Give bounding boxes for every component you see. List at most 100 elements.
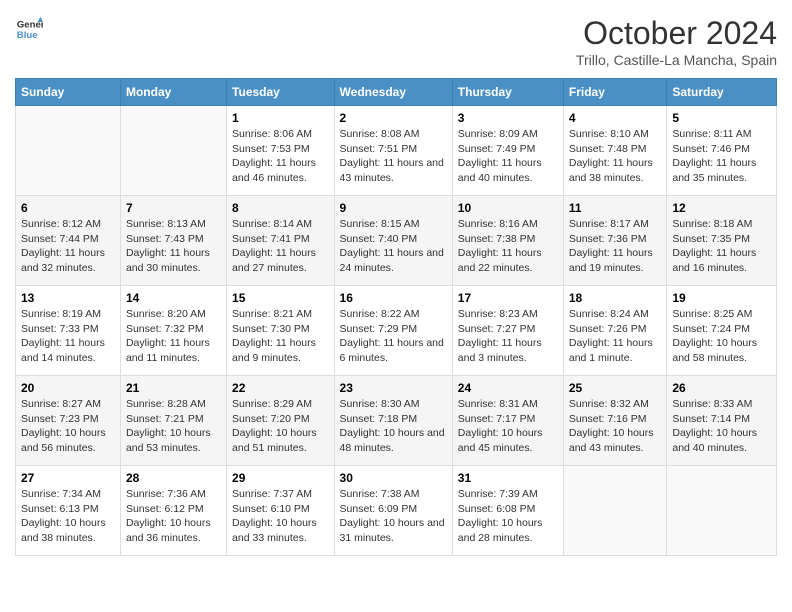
calendar-cell xyxy=(667,466,777,556)
day-info: Sunrise: 7:37 AM Sunset: 6:10 PM Dayligh… xyxy=(232,487,329,546)
calendar-cell: 29 Sunrise: 7:37 AM Sunset: 6:10 PM Dayli… xyxy=(227,466,335,556)
calendar-cell: 19Sunrise: 8:25 AM Sunset: 7:24 PM Dayli… xyxy=(667,286,777,376)
day-number: 8 xyxy=(232,201,329,215)
day-info: Sunrise: 8:30 AM Sunset: 7:18 PM Dayligh… xyxy=(340,397,447,456)
calendar-week-row: 6 Sunrise: 8:12 AM Sunset: 7:44 PM Daylig… xyxy=(16,196,777,286)
page-header: General Blue October 2024 Trillo, Castil… xyxy=(15,15,777,68)
calendar-cell xyxy=(120,106,226,196)
day-number: 2 xyxy=(340,111,447,125)
calendar-cell: 14 Sunrise: 8:20 AM Sunset: 7:32 PM Dayli… xyxy=(120,286,226,376)
day-info: Sunrise: 8:10 AM Sunset: 7:48 PM Dayligh… xyxy=(569,127,662,186)
calendar-cell: 10 Sunrise: 8:16 AM Sunset: 7:38 PM Dayli… xyxy=(452,196,563,286)
calendar-week-row: 13Sunrise: 8:19 AM Sunset: 7:33 PM Dayli… xyxy=(16,286,777,376)
calendar-cell: 7 Sunrise: 8:13 AM Sunset: 7:43 PM Daylig… xyxy=(120,196,226,286)
day-number: 11 xyxy=(569,201,662,215)
day-info: Sunrise: 8:13 AM Sunset: 7:43 PM Dayligh… xyxy=(126,217,221,276)
day-number: 21 xyxy=(126,381,221,395)
calendar-cell: 24Sunrise: 8:31 AM Sunset: 7:17 PM Dayli… xyxy=(452,376,563,466)
day-of-week-header: Tuesday xyxy=(227,79,335,106)
day-number: 1 xyxy=(232,111,329,125)
svg-text:Blue: Blue xyxy=(17,30,38,41)
day-info: Sunrise: 7:34 AM Sunset: 6:13 PM Dayligh… xyxy=(21,487,115,546)
day-of-week-header: Sunday xyxy=(16,79,121,106)
calendar-cell: 30Sunrise: 7:38 AM Sunset: 6:09 PM Dayli… xyxy=(334,466,452,556)
calendar-cell: 20Sunrise: 8:27 AM Sunset: 7:23 PM Dayli… xyxy=(16,376,121,466)
calendar-cell: 9Sunrise: 8:15 AM Sunset: 7:40 PM Daylig… xyxy=(334,196,452,286)
day-info: Sunrise: 8:23 AM Sunset: 7:27 PM Dayligh… xyxy=(458,307,558,366)
day-of-week-header: Monday xyxy=(120,79,226,106)
day-number: 18 xyxy=(569,291,662,305)
day-number: 6 xyxy=(21,201,115,215)
day-info: Sunrise: 8:33 AM Sunset: 7:14 PM Dayligh… xyxy=(672,397,771,456)
day-number: 13 xyxy=(21,291,115,305)
calendar-cell: 11 Sunrise: 8:17 AM Sunset: 7:36 PM Dayli… xyxy=(563,196,667,286)
calendar-week-row: 1 Sunrise: 8:06 AM Sunset: 7:53 PM Daylig… xyxy=(16,106,777,196)
calendar-cell: 1 Sunrise: 8:06 AM Sunset: 7:53 PM Daylig… xyxy=(227,106,335,196)
day-info: Sunrise: 8:31 AM Sunset: 7:17 PM Dayligh… xyxy=(458,397,558,456)
calendar-cell: 28 Sunrise: 7:36 AM Sunset: 6:12 PM Dayli… xyxy=(120,466,226,556)
day-info: Sunrise: 8:14 AM Sunset: 7:41 PM Dayligh… xyxy=(232,217,329,276)
day-info: Sunrise: 8:21 AM Sunset: 7:30 PM Dayligh… xyxy=(232,307,329,366)
calendar-cell: 16 Sunrise: 8:22 AM Sunset: 7:29 PM Dayli… xyxy=(334,286,452,376)
day-number: 5 xyxy=(672,111,771,125)
day-info: Sunrise: 8:06 AM Sunset: 7:53 PM Dayligh… xyxy=(232,127,329,186)
calendar-cell: 13Sunrise: 8:19 AM Sunset: 7:33 PM Dayli… xyxy=(16,286,121,376)
day-info: Sunrise: 8:15 AM Sunset: 7:40 PM Dayligh… xyxy=(340,217,447,276)
day-of-week-header: Saturday xyxy=(667,79,777,106)
day-number: 19 xyxy=(672,291,771,305)
logo-icon: General Blue xyxy=(15,15,43,43)
day-info: Sunrise: 8:17 AM Sunset: 7:36 PM Dayligh… xyxy=(569,217,662,276)
calendar-week-row: 27 Sunrise: 7:34 AM Sunset: 6:13 PM Dayli… xyxy=(16,466,777,556)
calendar-cell: 17 Sunrise: 8:23 AM Sunset: 7:27 PM Dayli… xyxy=(452,286,563,376)
day-info: Sunrise: 8:18 AM Sunset: 7:35 PM Dayligh… xyxy=(672,217,771,276)
calendar-cell: 15 Sunrise: 8:21 AM Sunset: 7:30 PM Dayli… xyxy=(227,286,335,376)
calendar-cell: 4 Sunrise: 8:10 AM Sunset: 7:48 PM Daylig… xyxy=(563,106,667,196)
day-info: Sunrise: 7:39 AM Sunset: 6:08 PM Dayligh… xyxy=(458,487,558,546)
day-number: 20 xyxy=(21,381,115,395)
day-info: Sunrise: 8:29 AM Sunset: 7:20 PM Dayligh… xyxy=(232,397,329,456)
calendar-cell: 5 Sunrise: 8:11 AM Sunset: 7:46 PM Daylig… xyxy=(667,106,777,196)
logo: General Blue xyxy=(15,15,43,43)
month-title: October 2024 xyxy=(576,15,777,52)
day-info: Sunrise: 7:36 AM Sunset: 6:12 PM Dayligh… xyxy=(126,487,221,546)
day-info: Sunrise: 8:28 AM Sunset: 7:21 PM Dayligh… xyxy=(126,397,221,456)
calendar-cell xyxy=(16,106,121,196)
calendar-cell: 27 Sunrise: 7:34 AM Sunset: 6:13 PM Dayli… xyxy=(16,466,121,556)
day-number: 17 xyxy=(458,291,558,305)
day-number: 27 xyxy=(21,471,115,485)
calendar-cell: 12 Sunrise: 8:18 AM Sunset: 7:35 PM Dayli… xyxy=(667,196,777,286)
day-info: Sunrise: 8:24 AM Sunset: 7:26 PM Dayligh… xyxy=(569,307,662,366)
location: Trillo, Castille-La Mancha, Spain xyxy=(576,52,777,68)
day-info: Sunrise: 8:08 AM Sunset: 7:51 PM Dayligh… xyxy=(340,127,447,186)
day-of-week-header: Wednesday xyxy=(334,79,452,106)
day-number: 10 xyxy=(458,201,558,215)
day-number: 4 xyxy=(569,111,662,125)
calendar-cell: 8 Sunrise: 8:14 AM Sunset: 7:41 PM Daylig… xyxy=(227,196,335,286)
calendar-table: SundayMondayTuesdayWednesdayThursdayFrid… xyxy=(15,78,777,556)
day-info: Sunrise: 8:12 AM Sunset: 7:44 PM Dayligh… xyxy=(21,217,115,276)
day-info: Sunrise: 8:11 AM Sunset: 7:46 PM Dayligh… xyxy=(672,127,771,186)
calendar-cell: 18 Sunrise: 8:24 AM Sunset: 7:26 PM Dayli… xyxy=(563,286,667,376)
calendar-cell: 23Sunrise: 8:30 AM Sunset: 7:18 PM Dayli… xyxy=(334,376,452,466)
day-info: Sunrise: 8:22 AM Sunset: 7:29 PM Dayligh… xyxy=(340,307,447,366)
day-number: 16 xyxy=(340,291,447,305)
day-number: 29 xyxy=(232,471,329,485)
day-info: Sunrise: 8:16 AM Sunset: 7:38 PM Dayligh… xyxy=(458,217,558,276)
day-number: 3 xyxy=(458,111,558,125)
day-info: Sunrise: 7:38 AM Sunset: 6:09 PM Dayligh… xyxy=(340,487,447,546)
day-info: Sunrise: 8:32 AM Sunset: 7:16 PM Dayligh… xyxy=(569,397,662,456)
calendar-cell: 25Sunrise: 8:32 AM Sunset: 7:16 PM Dayli… xyxy=(563,376,667,466)
day-number: 14 xyxy=(126,291,221,305)
day-number: 22 xyxy=(232,381,329,395)
calendar-week-row: 20Sunrise: 8:27 AM Sunset: 7:23 PM Dayli… xyxy=(16,376,777,466)
day-number: 12 xyxy=(672,201,771,215)
day-info: Sunrise: 8:20 AM Sunset: 7:32 PM Dayligh… xyxy=(126,307,221,366)
calendar-cell: 2 Sunrise: 8:08 AM Sunset: 7:51 PM Daylig… xyxy=(334,106,452,196)
day-number: 7 xyxy=(126,201,221,215)
day-number: 15 xyxy=(232,291,329,305)
day-number: 28 xyxy=(126,471,221,485)
calendar-cell: 3 Sunrise: 8:09 AM Sunset: 7:49 PM Daylig… xyxy=(452,106,563,196)
title-block: October 2024 Trillo, Castille-La Mancha,… xyxy=(576,15,777,68)
calendar-cell: 26Sunrise: 8:33 AM Sunset: 7:14 PM Dayli… xyxy=(667,376,777,466)
day-info: Sunrise: 8:09 AM Sunset: 7:49 PM Dayligh… xyxy=(458,127,558,186)
